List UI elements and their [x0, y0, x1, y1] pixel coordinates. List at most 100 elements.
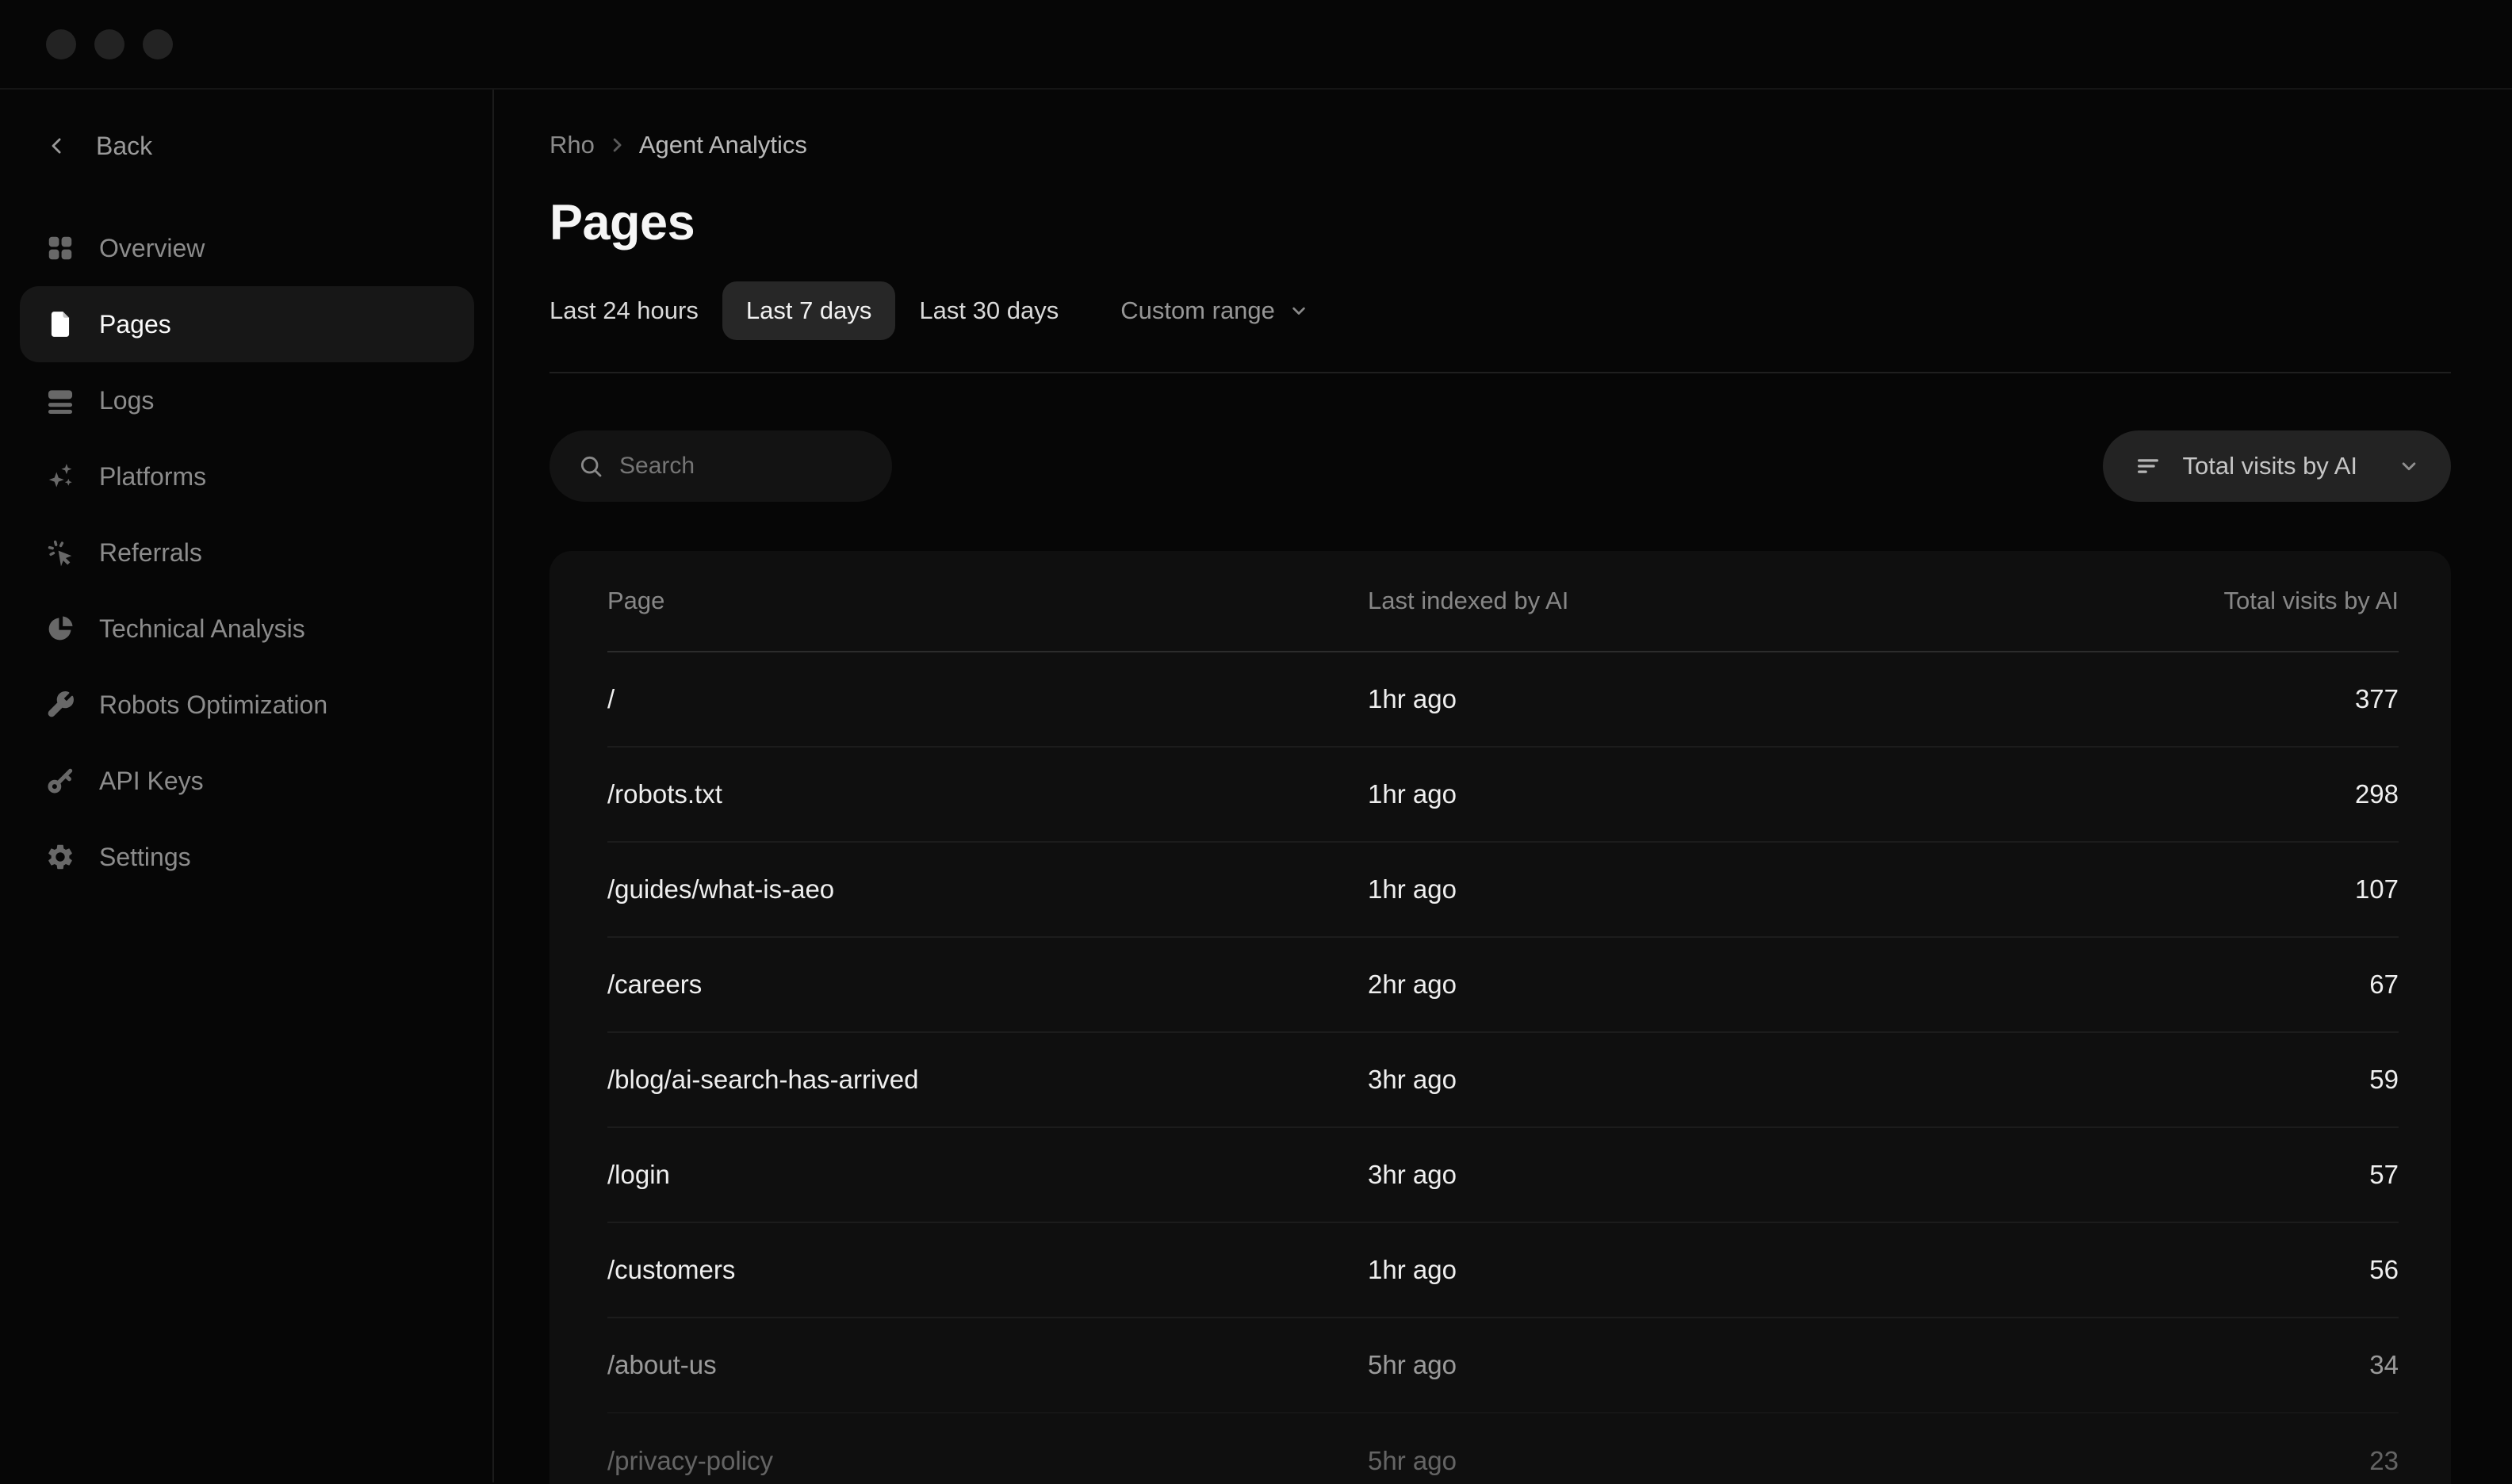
table-header-row: Page Last indexed by AI Total visits by … [607, 551, 2399, 652]
cell-visits: 56 [2145, 1255, 2399, 1285]
search-box[interactable] [550, 430, 892, 502]
sort-dropdown-label: Total visits by AI [2182, 452, 2376, 480]
sidebar-item-label: Settings [99, 843, 191, 872]
table-row[interactable]: /blog/ai-search-has-arrived 3hr ago 59 [607, 1033, 2399, 1128]
sidebar-item-technical-analysis[interactable]: Technical Analysis [20, 591, 474, 667]
cell-last-indexed: 5hr ago [1368, 1350, 2145, 1380]
cell-page: / [607, 684, 1368, 714]
tab-custom-range-label: Custom range [1120, 296, 1275, 325]
search-input[interactable] [619, 453, 857, 480]
back-button[interactable]: Back [45, 128, 492, 164]
chevron-down-icon [2397, 454, 2421, 478]
table-row[interactable]: / 1hr ago 377 [607, 652, 2399, 748]
sidebar-item-label: Referrals [99, 538, 202, 568]
cell-page: /careers [607, 970, 1368, 1000]
breadcrumb-root[interactable]: Rho [550, 131, 595, 159]
tab-last-24-hours[interactable]: Last 24 hours [550, 281, 722, 340]
sidebar-item-pages[interactable]: Pages [20, 286, 474, 362]
app-shell: Back Overview [0, 90, 2512, 1482]
chevron-down-icon [1288, 300, 1310, 322]
window-control-dot[interactable] [143, 29, 173, 59]
sidebar-item-label: API Keys [99, 767, 204, 796]
sidebar-item-overview[interactable]: Overview [20, 210, 474, 286]
cell-last-indexed: 2hr ago [1368, 970, 2145, 1000]
sidebar-item-label: Technical Analysis [99, 614, 305, 644]
table-row[interactable]: /guides/what-is-aeo 1hr ago 107 [607, 843, 2399, 938]
sidebar-item-logs[interactable]: Logs [20, 362, 474, 438]
filter-lines-icon [2135, 453, 2162, 480]
cell-last-indexed: 1hr ago [1368, 684, 2145, 714]
cell-visits: 377 [2145, 684, 2399, 714]
sort-dropdown[interactable]: Total visits by AI [2103, 430, 2451, 502]
window-titlebar [0, 0, 2512, 90]
sparkles-icon [45, 461, 75, 491]
cell-last-indexed: 3hr ago [1368, 1160, 2145, 1190]
cell-visits: 57 [2145, 1160, 2399, 1190]
sidebar-item-label: Robots Optimization [99, 690, 327, 720]
cell-visits: 67 [2145, 970, 2399, 1000]
cell-page: /robots.txt [607, 779, 1368, 809]
cell-last-indexed: 1hr ago [1368, 779, 2145, 809]
main-content: Rho Agent Analytics Pages Last 24 hours … [494, 90, 2512, 1482]
page-title: Pages [550, 194, 2451, 251]
tab-last-30-days[interactable]: Last 30 days [895, 281, 1082, 340]
breadcrumb: Rho Agent Analytics [550, 131, 2451, 159]
key-icon [45, 766, 75, 796]
pie-chart-icon [45, 614, 75, 644]
tab-last-7-days[interactable]: Last 7 days [722, 281, 896, 340]
cell-page: /blog/ai-search-has-arrived [607, 1065, 1368, 1095]
column-header-last-indexed[interactable]: Last indexed by AI [1368, 587, 2145, 615]
page-icon [45, 309, 75, 339]
cell-visits: 298 [2145, 779, 2399, 809]
cell-page: /guides/what-is-aeo [607, 874, 1368, 905]
table-row[interactable]: /about-us 5hr ago 34 [607, 1318, 2399, 1413]
table-row[interactable]: /privacy-policy 5hr ago 23 [607, 1413, 2399, 1484]
time-range-tabs: Last 24 hours Last 7 days Last 30 days C… [550, 281, 2451, 340]
table-row[interactable]: /robots.txt 1hr ago 298 [607, 748, 2399, 843]
cell-last-indexed: 3hr ago [1368, 1065, 2145, 1095]
window-control-dot[interactable] [94, 29, 124, 59]
cell-page: /privacy-policy [607, 1446, 1368, 1476]
chevron-left-icon [45, 134, 69, 158]
cell-visits: 23 [2145, 1446, 2399, 1476]
cell-visits: 59 [2145, 1065, 2399, 1095]
cursor-click-icon [45, 537, 75, 568]
window-control-dot[interactable] [46, 29, 76, 59]
sidebar-item-platforms[interactable]: Platforms [20, 438, 474, 514]
grid-icon [45, 233, 75, 263]
cell-visits: 107 [2145, 874, 2399, 905]
table-row[interactable]: /careers 2hr ago 67 [607, 938, 2399, 1033]
table-row[interactable]: /customers 1hr ago 56 [607, 1223, 2399, 1318]
section-divider [550, 372, 2451, 373]
sidebar-item-robots-optimization[interactable]: Robots Optimization [20, 667, 474, 743]
sidebar-item-label: Platforms [99, 462, 206, 491]
cell-last-indexed: 1hr ago [1368, 874, 2145, 905]
table-toolbar: Total visits by AI [550, 430, 2451, 502]
sidebar: Back Overview [0, 90, 494, 1482]
cell-page: /customers [607, 1255, 1368, 1285]
sidebar-item-label: Pages [99, 310, 171, 339]
cell-last-indexed: 1hr ago [1368, 1255, 2145, 1285]
breadcrumb-current: Agent Analytics [639, 131, 807, 159]
table-row[interactable]: /login 3hr ago 57 [607, 1128, 2399, 1223]
back-label: Back [96, 132, 152, 161]
sidebar-item-referrals[interactable]: Referrals [20, 514, 474, 591]
sidebar-item-label: Logs [99, 386, 154, 415]
cell-page: /login [607, 1160, 1368, 1190]
logs-icon [45, 385, 75, 415]
gear-icon [45, 842, 75, 872]
wrench-icon [45, 690, 75, 720]
cell-visits: 34 [2145, 1350, 2399, 1380]
column-header-page[interactable]: Page [607, 587, 1368, 615]
cell-page: /about-us [607, 1350, 1368, 1380]
sidebar-item-settings[interactable]: Settings [20, 819, 474, 895]
tab-custom-range[interactable]: Custom range [1097, 281, 1334, 340]
search-icon [578, 453, 603, 479]
sidebar-item-label: Overview [99, 234, 205, 263]
sidebar-nav: Overview Pages [20, 210, 474, 895]
pages-table-card: Page Last indexed by AI Total visits by … [550, 551, 2451, 1484]
cell-last-indexed: 5hr ago [1368, 1446, 2145, 1476]
sidebar-item-api-keys[interactable]: API Keys [20, 743, 474, 819]
chevron-right-icon [606, 134, 628, 156]
column-header-total-visits[interactable]: Total visits by AI [2145, 587, 2399, 615]
